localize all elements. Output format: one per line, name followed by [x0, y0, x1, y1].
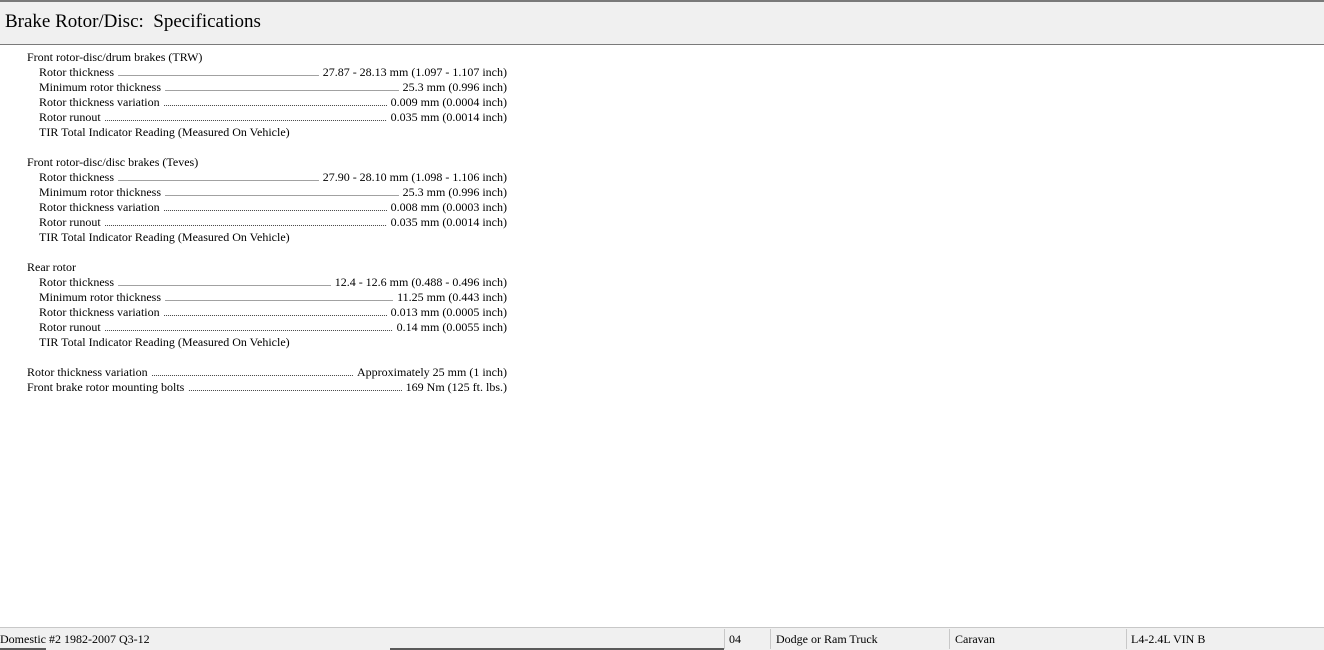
dot-leader [188, 381, 401, 396]
spec-value: 169 Nm (125 ft. lbs.) [405, 380, 507, 394]
spec-value: 27.87 - 28.13 mm (1.097 - 1.107 inch) [322, 65, 507, 79]
status-divider [1126, 629, 1127, 649]
spec-value: 0.035 mm (0.0014 inch) [390, 215, 507, 229]
spec-value: 0.14 mm (0.0055 inch) [396, 320, 507, 334]
spec-label: Rotor thickness [39, 275, 114, 289]
status-year: 04 [729, 632, 741, 646]
status-divider [724, 629, 725, 649]
spec-row-rotor-thickness-variation: Rotor thickness variation 0.008 mm (0.00… [27, 200, 507, 215]
page-title: Brake Rotor/Disc: Specifications [5, 11, 261, 32]
dot-leader [165, 81, 399, 96]
spec-row-rotor-runout: Rotor runout 0.035 mm (0.0014 inch) [27, 110, 507, 125]
spec-value: Approximately 25 mm (1 inch) [357, 365, 507, 379]
spec-row-rotor-thickness: Rotor thickness 27.90 - 28.10 mm (1.098 … [27, 170, 507, 185]
spec-label: Minimum rotor thickness [39, 185, 161, 199]
spec-value: 0.008 mm (0.0003 inch) [390, 200, 507, 214]
spec-row-mounting-bolts: Front brake rotor mounting bolts 169 Nm … [27, 380, 507, 395]
section-title: Front rotor-disc/disc brakes (Teves) [27, 155, 199, 169]
spec-value: 12.4 - 12.6 mm (0.488 - 0.496 inch) [334, 275, 507, 289]
status-divider [949, 629, 950, 649]
spec-value: 0.035 mm (0.0014 inch) [390, 110, 507, 124]
dot-leader [164, 306, 387, 321]
dot-leader [165, 186, 399, 201]
spec-row-rotor-runout: Rotor runout 0.14 mm (0.0055 inch) [27, 320, 507, 335]
status-engine: L4-2.4L VIN B [1131, 632, 1206, 646]
spec-label: Rotor thickness variation [27, 365, 148, 379]
spec-value: 25.3 mm (0.996 inch) [402, 80, 507, 94]
dot-leader [118, 66, 319, 81]
section-title: Front rotor-disc/drum brakes (TRW) [27, 50, 203, 64]
spec-section-front-trw: Front rotor-disc/drum brakes (TRW) Rotor… [27, 50, 507, 140]
spec-value: 27.90 - 28.10 mm (1.098 - 1.106 inch) [322, 170, 507, 184]
dot-leader [164, 96, 387, 111]
spec-note: TIR Total Indicator Reading (Measured On… [39, 335, 290, 349]
spec-label: Rotor runout [39, 320, 101, 334]
status-bar: Domestic #2 1982-2007 Q3-12 04 Dodge or … [0, 627, 1324, 650]
spec-row-minimum-rotor-thickness: Minimum rotor thickness 25.3 mm (0.996 i… [27, 80, 507, 95]
dot-leader [105, 216, 387, 231]
spec-label: Rotor runout [39, 215, 101, 229]
status-model: Caravan [955, 632, 995, 646]
dot-leader [105, 111, 387, 126]
spec-label: Rotor thickness variation [39, 200, 160, 214]
spec-label: Rotor thickness [39, 170, 114, 184]
spec-section-front-teves: Front rotor-disc/disc brakes (Teves) Rot… [27, 155, 507, 245]
spec-row-minimum-rotor-thickness: Minimum rotor thickness 25.3 mm (0.996 i… [27, 185, 507, 200]
section-title: Rear rotor [27, 260, 76, 274]
dot-leader [164, 201, 387, 216]
dot-leader [152, 366, 353, 381]
spec-label: Minimum rotor thickness [39, 290, 161, 304]
spec-row-rotor-thickness: Rotor thickness 27.87 - 28.13 mm (1.097 … [27, 65, 507, 80]
status-database: Domestic #2 1982-2007 Q3-12 [0, 632, 150, 646]
spec-row-rotor-thickness-variation-general: Rotor thickness variation Approximately … [27, 365, 507, 380]
spec-section-rear-rotor: Rear rotor Rotor thickness 12.4 - 12.6 m… [27, 260, 507, 350]
spec-row-rotor-thickness-variation: Rotor thickness variation 0.013 mm (0.00… [27, 305, 507, 320]
spec-section-general: Rotor thickness variation Approximately … [27, 365, 507, 395]
spec-value: 0.009 mm (0.0004 inch) [390, 95, 507, 109]
dot-leader [105, 321, 393, 336]
spec-label: Front brake rotor mounting bolts [27, 380, 185, 394]
dot-leader [165, 291, 393, 306]
dot-leader [118, 171, 319, 186]
spec-label: Rotor thickness variation [39, 95, 160, 109]
spec-note: TIR Total Indicator Reading (Measured On… [39, 125, 290, 139]
status-make: Dodge or Ram Truck [776, 632, 878, 646]
page-header: Brake Rotor/Disc: Specifications [0, 2, 1324, 45]
specifications-content: Front rotor-disc/drum brakes (TRW) Rotor… [27, 50, 507, 410]
spec-label: Rotor thickness [39, 65, 114, 79]
spec-label: Rotor thickness variation [39, 305, 160, 319]
dot-leader [118, 276, 331, 291]
spec-row-rotor-thickness-variation: Rotor thickness variation 0.009 mm (0.00… [27, 95, 507, 110]
spec-note: TIR Total Indicator Reading (Measured On… [39, 230, 290, 244]
status-divider [770, 629, 771, 649]
spec-row-rotor-thickness: Rotor thickness 12.4 - 12.6 mm (0.488 - … [27, 275, 507, 290]
spec-value: 11.25 mm (0.443 inch) [397, 290, 507, 304]
spec-label: Minimum rotor thickness [39, 80, 161, 94]
spec-value: 0.013 mm (0.0005 inch) [390, 305, 507, 319]
spec-row-rotor-runout: Rotor runout 0.035 mm (0.0014 inch) [27, 215, 507, 230]
spec-label: Rotor runout [39, 110, 101, 124]
spec-value: 25.3 mm (0.996 inch) [402, 185, 507, 199]
spec-row-minimum-rotor-thickness: Minimum rotor thickness 11.25 mm (0.443 … [27, 290, 507, 305]
